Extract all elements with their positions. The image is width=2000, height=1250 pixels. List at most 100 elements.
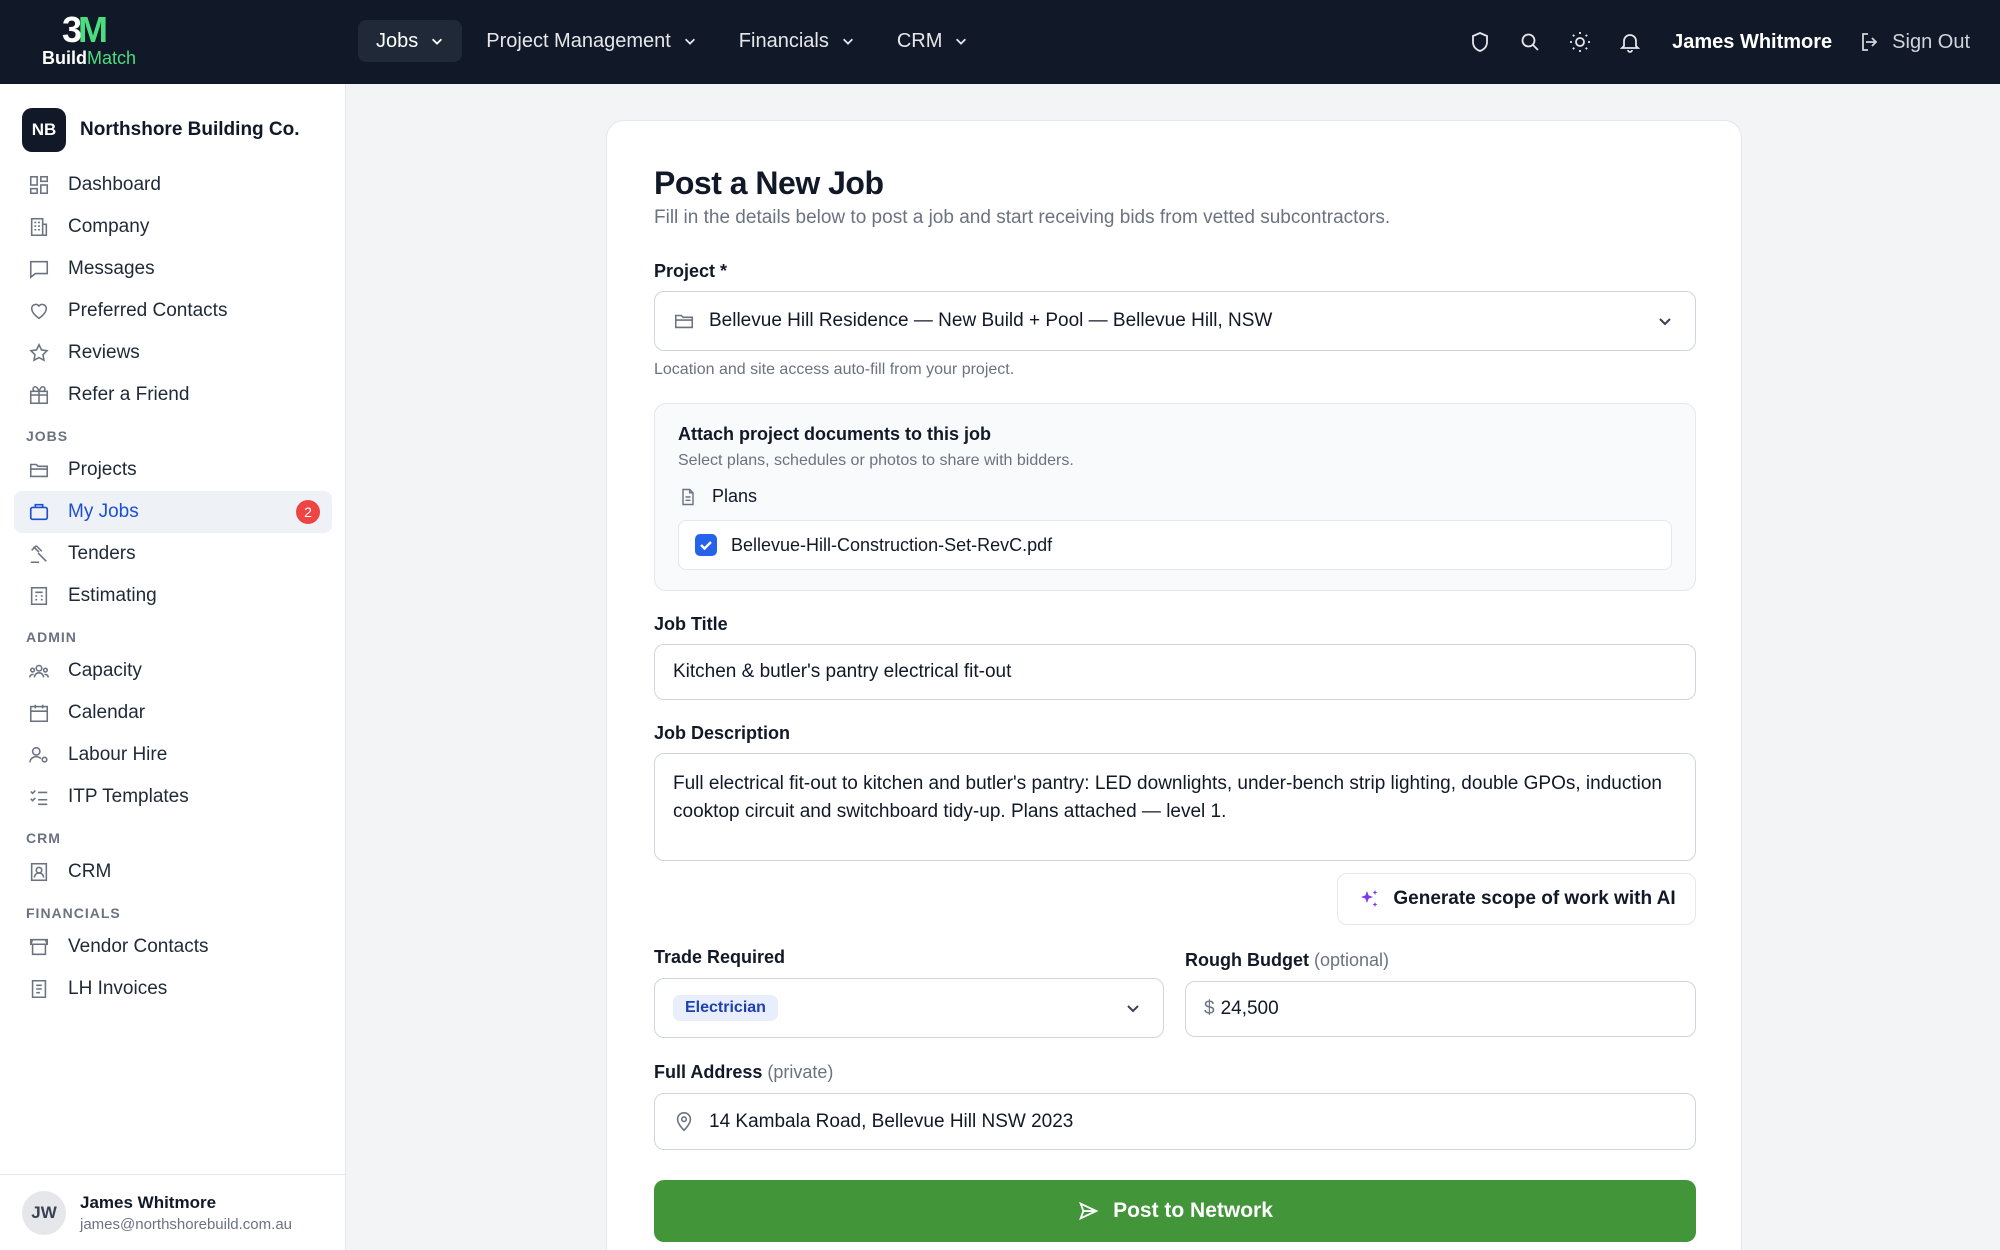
section-label-admin: ADMIN xyxy=(26,629,77,645)
sun-icon[interactable] xyxy=(1566,28,1594,56)
sparkles-icon xyxy=(1361,890,1378,907)
nav-actions: James Whitmore Sign Out xyxy=(1466,20,1970,64)
profile-email: james@northshorebuild.com.au xyxy=(80,1215,292,1233)
sidebar-item-dashboard[interactable]: Dashboard xyxy=(14,164,332,206)
full-address-label: Full Address (private) xyxy=(654,1062,834,1082)
message-icon xyxy=(29,260,49,279)
job-title-label: Job Title xyxy=(654,614,728,634)
logo-mark: 3M xyxy=(62,9,108,50)
users-icon xyxy=(29,664,49,678)
job-description-textarea[interactable]: Full electrical fit-out to kitchen and b… xyxy=(654,753,1696,861)
sidebar-item-estimating[interactable]: Estimating xyxy=(14,575,332,617)
file-icon xyxy=(682,488,694,505)
attach-documents-subtitle: Select plans, schedules or photos to sha… xyxy=(678,452,1074,469)
document-file-row[interactable]: Bellevue-Hill-Construction-Set-RevC.pdf xyxy=(678,520,1672,570)
section-label-crm: CRM xyxy=(26,830,61,846)
send-icon xyxy=(1079,1201,1099,1221)
bell-icon[interactable] xyxy=(1616,28,1644,56)
building-icon xyxy=(30,217,48,237)
receipt-icon xyxy=(31,979,47,999)
currency-symbol: $ xyxy=(1204,998,1215,1019)
org-avatar: NB xyxy=(22,108,66,152)
buildmatch-logo[interactable]: 3M BuildMatch xyxy=(40,12,142,72)
user-cog-icon xyxy=(29,746,48,763)
sidebar-item-refer-a-friend[interactable]: Refer a Friend xyxy=(14,374,332,416)
main-nav: Jobs Project Management Financials CRM xyxy=(358,20,986,62)
org-name: Northshore Building Co. xyxy=(80,119,300,140)
briefcase-icon xyxy=(29,503,49,521)
nav-project-management-dropdown[interactable]: Project Management xyxy=(468,20,715,62)
sidebar-item-itp-templates[interactable]: ITP Templates xyxy=(14,776,332,818)
job-title-input[interactable]: Kitchen & butler's pantry electrical fit… xyxy=(654,644,1696,700)
gavel-icon xyxy=(30,545,47,564)
chevron-down-icon xyxy=(956,38,967,45)
heart-icon xyxy=(30,303,48,320)
checklist-icon xyxy=(30,790,48,806)
attach-documents-title: Attach project documents to this job xyxy=(678,424,992,444)
section-label-jobs: JOBS xyxy=(26,428,69,444)
organization-switcher[interactable]: NB Northshore Building Co. xyxy=(22,108,300,152)
chevron-down-icon xyxy=(842,38,853,45)
sidebar-item-preferred-contacts[interactable]: Preferred Contacts xyxy=(14,290,332,332)
sidebar-item-company[interactable]: Company xyxy=(14,206,332,248)
document-file-name: Bellevue-Hill-Construction-Set-RevC.pdf xyxy=(731,534,1053,555)
project-helper-text: Location and site access auto-fill from … xyxy=(654,361,1015,378)
trade-required-select[interactable]: Electrician xyxy=(654,978,1164,1038)
calculator-icon xyxy=(30,586,48,606)
rough-budget-input[interactable]: $ 24,500 xyxy=(1185,981,1696,1037)
chevron-down-icon xyxy=(1127,1005,1139,1013)
generate-scope-ai-button[interactable]: Generate scope of work with AI xyxy=(1337,873,1696,925)
nav-user-name[interactable]: James Whitmore xyxy=(1672,31,1832,54)
folder-icon xyxy=(29,463,49,478)
rough-budget-label: Rough Budget (optional) xyxy=(1185,950,1390,970)
project-select[interactable]: Bellevue Hill Residence — New Build + Po… xyxy=(654,291,1696,351)
store-icon xyxy=(29,938,49,956)
trade-chip-electrician: Electrician xyxy=(673,995,778,1021)
star-icon xyxy=(29,342,49,362)
logo-wordmark: BuildMatch xyxy=(42,48,137,68)
shield-icon[interactable] xyxy=(1466,28,1494,56)
sidebar-item-lh-invoices[interactable]: LH Invoices xyxy=(14,968,332,1010)
sidebar-menu: Dashboard Company Messages Preferred Con… xyxy=(14,164,332,1010)
sidebar-user-profile[interactable]: JW James Whitmore james@northshorebuild.… xyxy=(0,1174,346,1250)
dashboard-icon xyxy=(29,175,49,195)
nav-financials-dropdown[interactable]: Financials xyxy=(721,20,873,62)
sidebar-item-crm[interactable]: CRM xyxy=(14,851,332,893)
avatar: JW xyxy=(22,1190,66,1235)
calendar-icon xyxy=(29,704,49,723)
folder-icon xyxy=(674,314,694,329)
sidebar-item-capacity[interactable]: Capacity xyxy=(14,650,332,692)
document-checkbox[interactable] xyxy=(695,534,717,556)
logout-icon xyxy=(1862,33,1878,51)
sidebar-item-tenders[interactable]: Tenders xyxy=(14,533,332,575)
nav-crm-dropdown[interactable]: CRM xyxy=(879,20,987,62)
page-title: Post a New Job xyxy=(654,165,884,201)
chevron-down-icon xyxy=(684,38,695,45)
nav-jobs-dropdown[interactable]: Jobs xyxy=(358,20,463,62)
full-address-input[interactable]: 14 Kambala Road, Bellevue Hill NSW 2023 xyxy=(654,1093,1696,1150)
check-icon xyxy=(700,541,712,551)
page-subtitle: Fill in the details below to post a job … xyxy=(654,207,1391,228)
sidebar-item-projects[interactable]: Projects xyxy=(14,449,332,491)
contact-icon xyxy=(30,862,48,882)
section-label-financials: FINANCIALS xyxy=(26,905,121,921)
post-to-network-button[interactable]: Post to Network xyxy=(654,1180,1696,1242)
sidebar-item-vendor-contacts[interactable]: Vendor Contacts xyxy=(14,926,332,968)
sidebar-item-reviews[interactable]: Reviews xyxy=(14,332,332,374)
post-job-form-card: Post a New Job Fill in the details below… xyxy=(606,120,1742,1250)
gift-icon xyxy=(29,385,49,405)
profile-name: James Whitmore xyxy=(80,1192,217,1212)
trade-required-label: Trade Required xyxy=(654,947,786,967)
sidebar-item-calendar[interactable]: Calendar xyxy=(14,692,332,734)
document-category-plans: Plans xyxy=(678,486,757,507)
map-pin-icon xyxy=(676,1111,692,1131)
search-icon[interactable] xyxy=(1516,28,1544,56)
chevron-down-icon xyxy=(1659,318,1671,326)
project-label: Project * xyxy=(654,261,728,281)
sidebar: NB Northshore Building Co. Dashboard Com… xyxy=(0,84,346,1250)
sidebar-item-messages[interactable]: Messages xyxy=(14,248,332,290)
sign-out-button[interactable]: Sign Out xyxy=(1858,30,1970,54)
chevron-down-icon xyxy=(432,38,443,45)
sidebar-item-my-jobs[interactable]: My Jobs 2 xyxy=(14,491,332,533)
sidebar-item-labour-hire[interactable]: Labour Hire xyxy=(14,734,332,776)
